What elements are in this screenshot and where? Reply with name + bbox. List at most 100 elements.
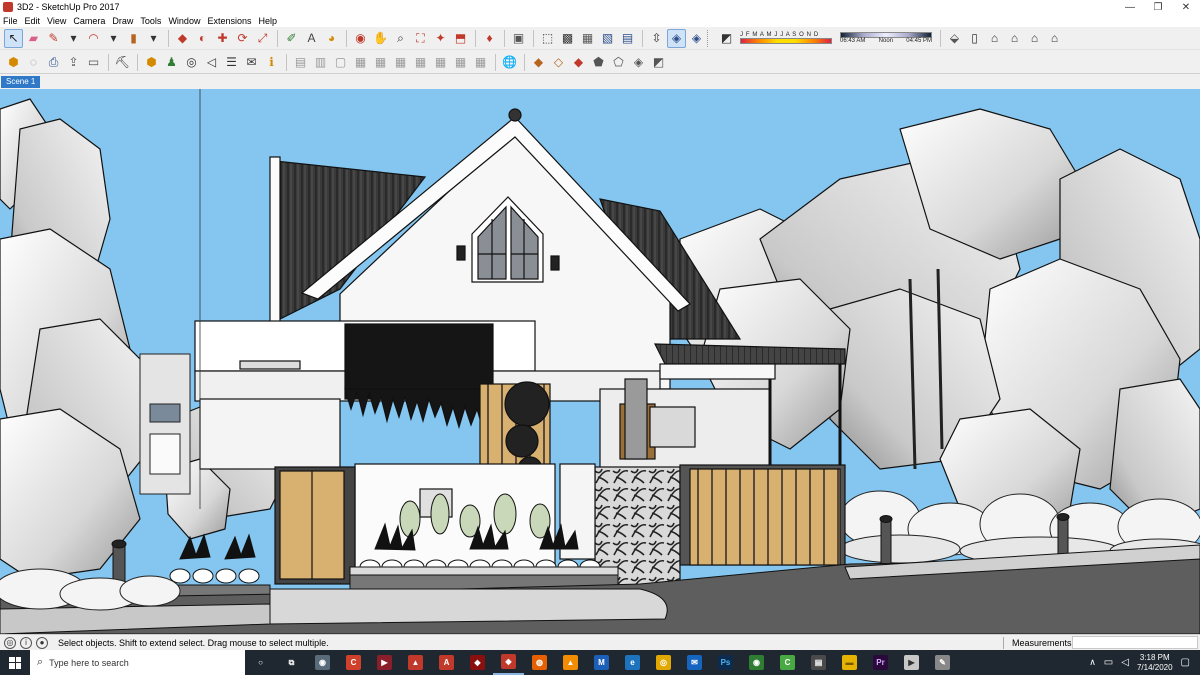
menu-extensions[interactable]: Extensions — [207, 16, 251, 26]
scene-render[interactable] — [0, 89, 1200, 634]
settings-sliders-icon[interactable]: ☰ — [222, 53, 241, 72]
smoove-icon[interactable]: ◆ — [569, 53, 588, 72]
add-component-icon[interactable]: ⬢ — [142, 53, 161, 72]
acrobat-taskbar-button[interactable]: A — [431, 650, 462, 675]
tape-measure-icon[interactable]: ✐ — [282, 29, 301, 48]
sandbox-icon[interactable]: ◌ — [24, 53, 43, 72]
geo-icon[interactable]: ◎ — [4, 636, 16, 649]
share-model-icon[interactable]: ⬒ — [451, 29, 470, 48]
standard-redo-icon[interactable]: ▦ — [451, 53, 470, 72]
tray-chevron-icon[interactable]: ∧ — [1089, 657, 1096, 668]
scale-tool-icon[interactable]: ⤢ — [253, 29, 272, 48]
add-detail-icon[interactable]: ◈ — [629, 53, 648, 72]
pan-tool-icon[interactable]: ✋ — [371, 29, 390, 48]
shaded-textures-style-icon[interactable]: ▧ — [598, 29, 617, 48]
design-app-taskbar-button[interactable]: ◆ — [462, 650, 493, 675]
menu-draw[interactable]: Draw — [112, 16, 133, 26]
media-player-taskbar-button[interactable]: ▶ — [369, 650, 400, 675]
sandbox-from-scratch-icon[interactable]: ◇ — [549, 53, 568, 72]
arc-tool-icon[interactable]: ◠ — [84, 29, 103, 48]
standard-undo-icon[interactable]: ▦ — [431, 53, 450, 72]
nvidia-taskbar-button[interactable]: ◉ — [741, 650, 772, 675]
iso-view-icon[interactable]: ⬙ — [945, 29, 964, 48]
task-view-taskbar-button[interactable]: ⧉ — [276, 650, 307, 675]
tool-app-taskbar-button[interactable]: ✎ — [927, 650, 958, 675]
camera-app-taskbar-button[interactable]: ◉ — [307, 650, 338, 675]
orbit-tool-icon[interactable]: ◉ — [351, 29, 370, 48]
firefox-taskbar-button[interactable]: ◍ — [524, 650, 555, 675]
drape-icon[interactable]: ⬠ — [609, 53, 628, 72]
minimize-button[interactable]: — — [1116, 0, 1144, 14]
standard-cut-icon[interactable]: ▦ — [351, 53, 370, 72]
flip-edge-icon[interactable]: ◩ — [649, 53, 668, 72]
user-icon[interactable]: ● — [36, 636, 48, 649]
menu-window[interactable]: Window — [168, 16, 200, 26]
shadow-date-track[interactable] — [740, 38, 832, 44]
sound-icon[interactable]: ◁ — [202, 53, 221, 72]
menu-camera[interactable]: Camera — [73, 16, 105, 26]
zoom-tool-icon[interactable]: ⌕ — [391, 29, 410, 48]
chat-icon[interactable]: ✉ — [242, 53, 261, 72]
display-section-cuts-icon[interactable]: ◈ — [687, 29, 706, 48]
shadows-toggle-icon[interactable]: ◩ — [717, 29, 736, 48]
geo-location-icon[interactable]: 🌐 — [500, 53, 519, 72]
line-tool-icon[interactable]: ✎ — [44, 29, 63, 48]
select-tool-icon[interactable]: ↖ — [4, 28, 23, 48]
arc-dropdown-icon[interactable]: ▾ — [104, 29, 123, 48]
malwarebytes-taskbar-button[interactable]: M — [586, 650, 617, 675]
stamp-icon[interactable]: ⬟ — [589, 53, 608, 72]
start-button[interactable] — [0, 650, 30, 675]
move-tool-icon[interactable]: ✚ — [213, 29, 232, 48]
line-dropdown-icon[interactable]: ▾ — [64, 29, 83, 48]
rectangle-tool-icon[interactable]: ▮ — [124, 29, 143, 48]
component-shield-icon[interactable]: ⬢ — [4, 53, 23, 72]
standard-erase-icon[interactable]: ▦ — [411, 53, 430, 72]
camera-tool-icon[interactable]: ▭ — [84, 53, 103, 72]
shape-dropdown-icon[interactable]: ▾ — [144, 29, 163, 48]
edge-taskbar-button[interactable]: e — [617, 650, 648, 675]
offset-tool-icon[interactable]: ◐ — [193, 29, 212, 48]
wireframe-style-icon[interactable]: ⬚ — [538, 29, 557, 48]
scene-tab[interactable]: Scene 1 — [1, 76, 41, 88]
volume-icon[interactable]: ◁ — [1121, 657, 1129, 668]
cortana-taskbar-button[interactable]: ○ — [245, 650, 276, 675]
credits-icon[interactable]: i — [20, 636, 32, 649]
red-app-taskbar-button[interactable]: C — [338, 650, 369, 675]
text-tool-icon[interactable]: A — [302, 29, 321, 48]
system-clock[interactable]: 3:18 PM 7/14/2020 — [1137, 653, 1173, 673]
import-icon[interactable]: ⇪ — [64, 53, 83, 72]
menu-view[interactable]: View — [47, 16, 66, 26]
standard-open-icon[interactable]: ▥ — [311, 53, 330, 72]
menu-tools[interactable]: Tools — [140, 16, 161, 26]
premiere-taskbar-button[interactable]: Pr — [865, 650, 896, 675]
display-section-planes-icon[interactable]: ◈ — [667, 28, 686, 48]
close-button[interactable]: ✕ — [1172, 0, 1200, 14]
folder-taskbar-button[interactable]: ▬ — [834, 650, 865, 675]
monochrome-style-icon[interactable]: ▤ — [618, 29, 637, 48]
target-icon[interactable]: ◎ — [182, 53, 201, 72]
photoshop-taskbar-button[interactable]: Ps — [710, 650, 741, 675]
model-viewport[interactable] — [0, 89, 1200, 634]
chrome-taskbar-button[interactable]: ◎ — [648, 650, 679, 675]
restore-button[interactable]: ❐ — [1144, 0, 1172, 14]
shadow-date-slider[interactable]: J F M A M J J A S O N D — [740, 32, 832, 44]
vlc-taskbar-button[interactable]: ▲ — [555, 650, 586, 675]
xray-style-icon[interactable]: ▣ — [509, 29, 528, 48]
sketchup-taskbar-button[interactable]: ◆ — [493, 650, 524, 675]
ruby-console-icon[interactable]: ♦ — [480, 29, 499, 48]
measurements-input[interactable] — [1072, 636, 1198, 649]
sandbox-from-contours-icon[interactable]: ◆ — [529, 53, 548, 72]
print-icon[interactable]: ⎙ — [44, 53, 63, 72]
paint-bucket-icon[interactable]: ◕ — [322, 29, 341, 48]
push-pull-tool-icon[interactable]: ◆ — [173, 29, 192, 48]
info-icon[interactable]: ℹ — [262, 53, 281, 72]
front-view-icon[interactable]: ⌂ — [985, 29, 1004, 48]
toolbar-grip[interactable] — [707, 29, 710, 47]
menu-edit[interactable]: Edit — [25, 16, 41, 26]
standard-save-icon[interactable]: ▢ — [331, 53, 350, 72]
warehouse-icon[interactable]: ✦ — [431, 29, 450, 48]
section-plane-icon[interactable]: ⇳ — [647, 29, 666, 48]
solid-tools-icon[interactable]: ⛏ — [113, 53, 132, 72]
rotate-tool-icon[interactable]: ⟳ — [233, 29, 252, 48]
back-view-icon[interactable]: ⌂ — [1025, 29, 1044, 48]
